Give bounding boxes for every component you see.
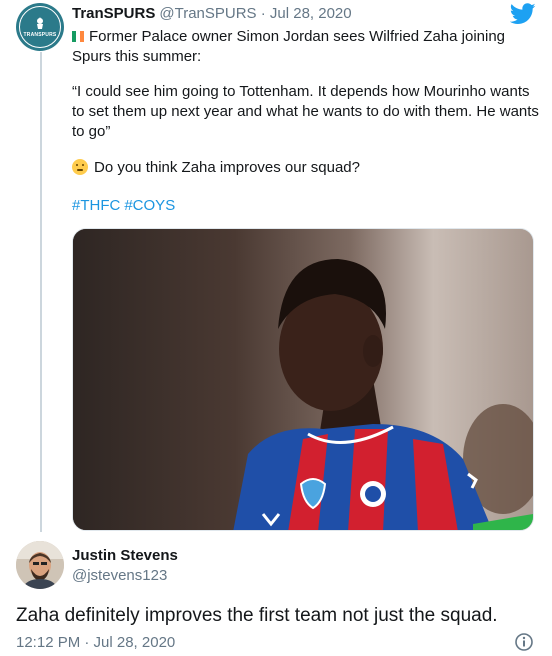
avatar-crest: TRANSPURS bbox=[19, 6, 61, 48]
tweet-intro-text: Former Palace owner Simon Jordan sees Wi… bbox=[72, 27, 532, 67]
info-icon[interactable] bbox=[514, 632, 534, 652]
justin-stevens-avatar[interactable] bbox=[16, 541, 64, 589]
user-photo-icon bbox=[16, 541, 64, 589]
hashtag-thfc[interactable]: #THFC bbox=[72, 197, 120, 214]
transpurs-avatar[interactable]: TRANSPURS bbox=[16, 3, 64, 51]
tweet-card: TRANSPURS TranSPURS @TranSPURS · Jul 28, … bbox=[0, 0, 552, 656]
tweet-photo[interactable] bbox=[72, 228, 534, 531]
tweet-question-text: Do you think Zaha improves our squad? bbox=[72, 158, 360, 178]
author-handle-date[interactable]: @TranSPURS · Jul 28, 2020 bbox=[159, 5, 351, 22]
reply-author-name[interactable]: Justin Stevens bbox=[72, 547, 178, 564]
hashtag-coys[interactable]: #COYS bbox=[124, 197, 175, 214]
footballer-photo-illustration bbox=[73, 229, 533, 530]
hashtag-list: #THFC #COYS bbox=[72, 197, 179, 214]
reply-text: Zaha definitely improves the first team … bbox=[16, 605, 498, 626]
thread-connector-line bbox=[40, 52, 42, 532]
tweet-question-line: Do you think Zaha improves our squad? bbox=[94, 159, 360, 176]
avatar-brand-text: TRANSPURS bbox=[23, 32, 57, 38]
reply-author-handle[interactable]: @jstevens123 bbox=[72, 567, 167, 584]
tweet-header: TranSPURS @TranSPURS · Jul 28, 2020 bbox=[72, 5, 352, 22]
author-name[interactable]: TranSPURS bbox=[72, 5, 155, 22]
cockerel-icon bbox=[37, 17, 43, 29]
thinking-face-emoji bbox=[72, 159, 88, 175]
tweet-intro-line: Former Palace owner Simon Jordan sees Wi… bbox=[72, 28, 506, 65]
twitter-bird-icon[interactable] bbox=[510, 3, 536, 25]
tweet-quote-text: “I could see him going to Tottenham. It … bbox=[72, 83, 539, 140]
ireland-flag-icon bbox=[72, 28, 84, 42]
reply-timestamp[interactable]: 12:12 PM · Jul 28, 2020 bbox=[16, 634, 175, 651]
